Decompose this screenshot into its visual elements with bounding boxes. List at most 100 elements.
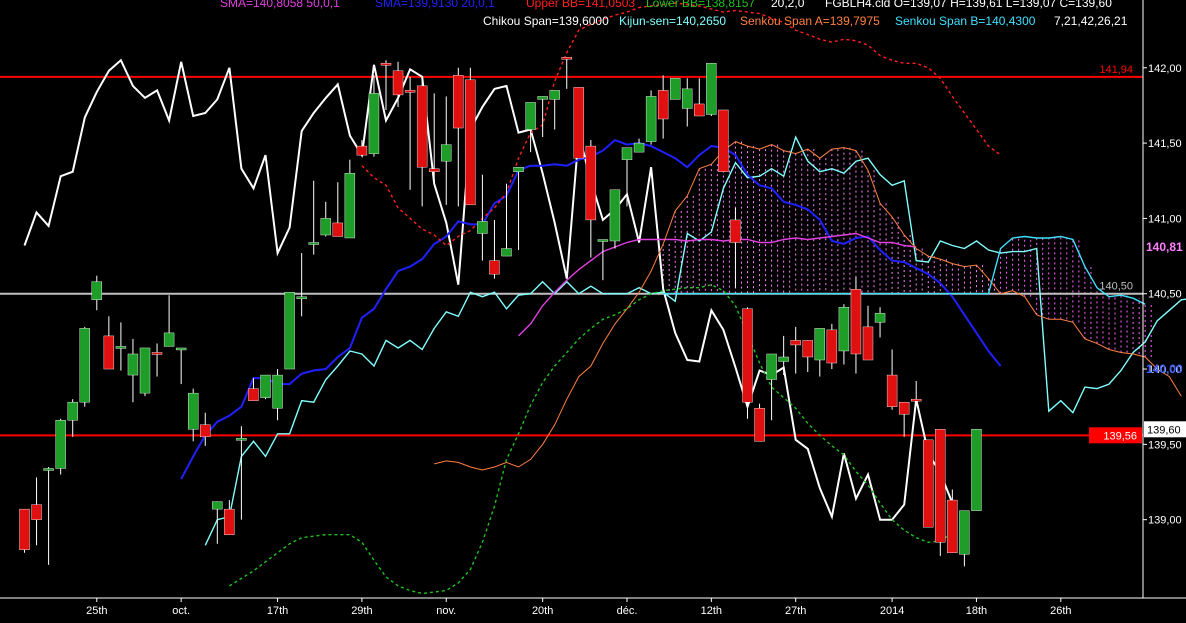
candle-body[interactable] [477, 221, 487, 233]
candle-body[interactable] [923, 440, 933, 527]
candle-body[interactable] [839, 307, 849, 351]
candle-body[interactable] [20, 509, 30, 550]
candle-body[interactable] [128, 354, 138, 375]
x-tick-label: 20th [532, 605, 553, 617]
x-tick-label: 12th [701, 605, 722, 617]
candle-body[interactable] [779, 357, 789, 362]
candle-body[interactable] [562, 57, 572, 59]
x-tick-label: 29th [351, 605, 372, 617]
candle-body[interactable] [586, 146, 596, 220]
candle-body[interactable] [92, 282, 102, 300]
candle-body[interactable] [56, 420, 66, 468]
candle-body[interactable] [285, 292, 295, 369]
candle-body[interactable] [273, 375, 283, 408]
candle-body[interactable] [863, 327, 873, 360]
price-badge: 139,60 [1147, 424, 1181, 436]
y-tick-label: 139,00 [1148, 515, 1182, 527]
legend-chikou-span: Chikou Span=139,6000 [483, 14, 609, 28]
candle-body[interactable] [453, 75, 463, 128]
candle-body[interactable] [634, 143, 644, 152]
legend-lower-bb: Lower BB=138,8157 [646, 0, 755, 10]
candle-body[interactable] [959, 511, 969, 555]
x-tick-label: déc. [617, 605, 638, 617]
candle-body[interactable] [694, 104, 704, 116]
candle-body[interactable] [899, 402, 909, 414]
candle-body[interactable] [610, 190, 620, 241]
hline-label: 139,56 [1103, 430, 1137, 442]
candle-body[interactable] [309, 243, 319, 245]
candle-body[interactable] [297, 297, 307, 299]
candle-body[interactable] [851, 289, 861, 354]
candle-body[interactable] [116, 346, 126, 348]
candle-body[interactable] [224, 509, 234, 535]
hline-label: 141,94 [1099, 64, 1133, 76]
candle-body[interactable] [803, 340, 813, 357]
candle-body[interactable] [261, 375, 271, 398]
candle-body[interactable] [887, 375, 897, 407]
y-tick-label: 141,50 [1148, 138, 1182, 150]
candle-body[interactable] [405, 90, 415, 92]
candle-body[interactable] [706, 63, 716, 114]
candle-body[interactable] [200, 425, 210, 437]
candle-body[interactable] [321, 218, 331, 235]
candle-body[interactable] [538, 96, 548, 99]
candle-body[interactable] [502, 249, 512, 257]
candle-body[interactable] [767, 354, 777, 380]
candle-body[interactable] [526, 102, 536, 129]
candle-body[interactable] [743, 309, 753, 402]
candle-body[interactable] [875, 313, 885, 322]
candle-body[interactable] [393, 71, 403, 95]
candle-body[interactable] [164, 333, 174, 347]
candle-body[interactable] [514, 167, 524, 172]
candle-body[interactable] [791, 340, 801, 345]
candle-body[interactable] [947, 500, 957, 553]
candle-body[interactable] [345, 173, 355, 238]
candle-body[interactable] [176, 348, 186, 350]
candle-body[interactable] [827, 330, 837, 363]
candle-body[interactable] [646, 96, 656, 141]
candle-body[interactable] [550, 90, 560, 99]
candle-body[interactable] [730, 220, 740, 243]
candle-body[interactable] [718, 110, 728, 172]
candle-body[interactable] [357, 146, 367, 155]
candle-body[interactable] [369, 93, 379, 153]
candle-body[interactable] [755, 408, 765, 441]
x-tick-label: 2014 [880, 605, 904, 617]
chart-background [0, 0, 1186, 618]
candle-body[interactable] [441, 145, 451, 162]
candle-body[interactable] [248, 389, 258, 401]
x-tick-label: 18th [966, 605, 987, 617]
candle-body[interactable] [104, 336, 114, 369]
candle-body[interactable] [212, 502, 222, 510]
price-chart[interactable]: 141,94140,50139,56 139,00139,50140,00140… [0, 0, 1186, 618]
candle-body[interactable] [911, 399, 921, 401]
candle-body[interactable] [236, 438, 246, 440]
candle-body[interactable] [682, 89, 692, 109]
legend-sma: SMA=140,8058 50,0,1 [220, 0, 340, 10]
candle-body[interactable] [44, 468, 54, 470]
x-tick-label: 26th [1050, 605, 1071, 617]
candle-body[interactable] [971, 429, 981, 510]
y-tick-label: 142,00 [1148, 63, 1182, 75]
candle-body[interactable] [622, 148, 632, 160]
candle-body[interactable] [140, 348, 150, 393]
candle-body[interactable] [489, 261, 499, 275]
candle-body[interactable] [670, 78, 680, 99]
candle-body[interactable] [381, 63, 391, 65]
candle-body[interactable] [815, 328, 825, 360]
candle-body[interactable] [658, 90, 668, 119]
candle-body[interactable] [188, 393, 198, 429]
candle-body[interactable] [32, 505, 42, 520]
candle-body[interactable] [68, 402, 78, 420]
candle-body[interactable] [80, 328, 90, 402]
candle-body[interactable] [935, 429, 945, 542]
candle-body[interactable] [417, 86, 427, 167]
y-tick-label: 141,00 [1148, 213, 1182, 225]
candle-body[interactable] [598, 240, 608, 242]
candle-body[interactable] [465, 80, 475, 205]
candle-body[interactable] [574, 87, 584, 158]
candle-body[interactable] [333, 223, 343, 237]
candle-body[interactable] [429, 169, 439, 172]
candle-body[interactable] [152, 352, 162, 354]
x-tick-label: 27th [785, 605, 806, 617]
